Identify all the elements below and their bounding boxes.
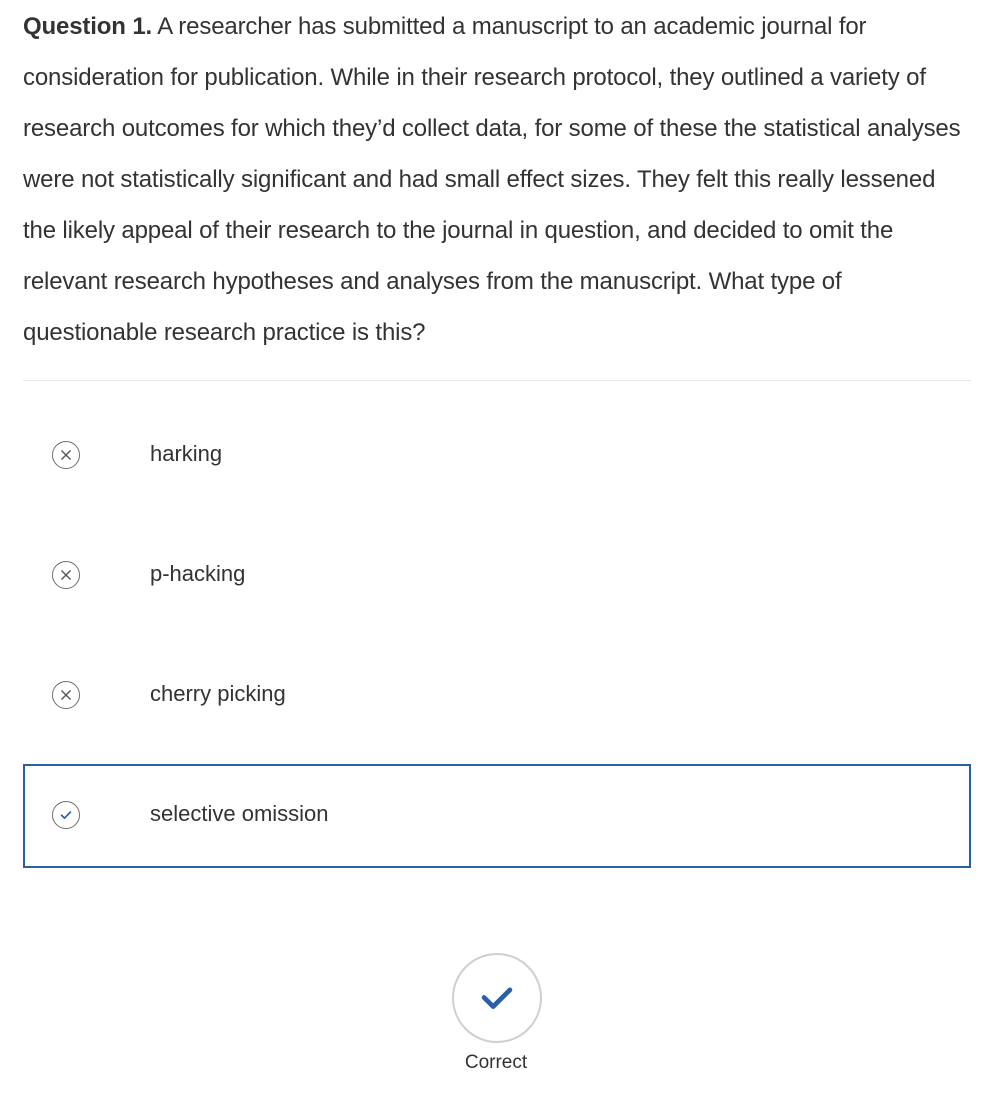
check-circle-icon bbox=[52, 801, 80, 829]
checkmark-icon bbox=[481, 987, 513, 1009]
answer-option-harking[interactable]: harking bbox=[23, 380, 971, 484]
result-badge bbox=[452, 953, 542, 1043]
result-label: Correct bbox=[464, 1052, 528, 1073]
x-circle-icon bbox=[52, 441, 80, 469]
question-body: A researcher has submitted a manuscript … bbox=[23, 13, 961, 346]
x-circle-icon bbox=[52, 681, 80, 709]
answer-option-selective-omission[interactable]: selective omission bbox=[23, 764, 971, 868]
question-number: Question 1. bbox=[23, 13, 153, 40]
answer-option-p-hacking[interactable]: p-hacking bbox=[23, 500, 971, 604]
answer-option-label: cherry picking bbox=[150, 681, 286, 706]
question-text: Question 1. A researcher has submitted a… bbox=[23, 0, 968, 358]
x-circle-icon bbox=[52, 561, 80, 589]
answer-option-label: selective omission bbox=[150, 801, 329, 826]
answer-option-label: harking bbox=[150, 441, 223, 466]
answer-option-label: p-hacking bbox=[150, 561, 246, 586]
answer-option-cherry-picking[interactable]: cherry picking bbox=[23, 620, 971, 724]
